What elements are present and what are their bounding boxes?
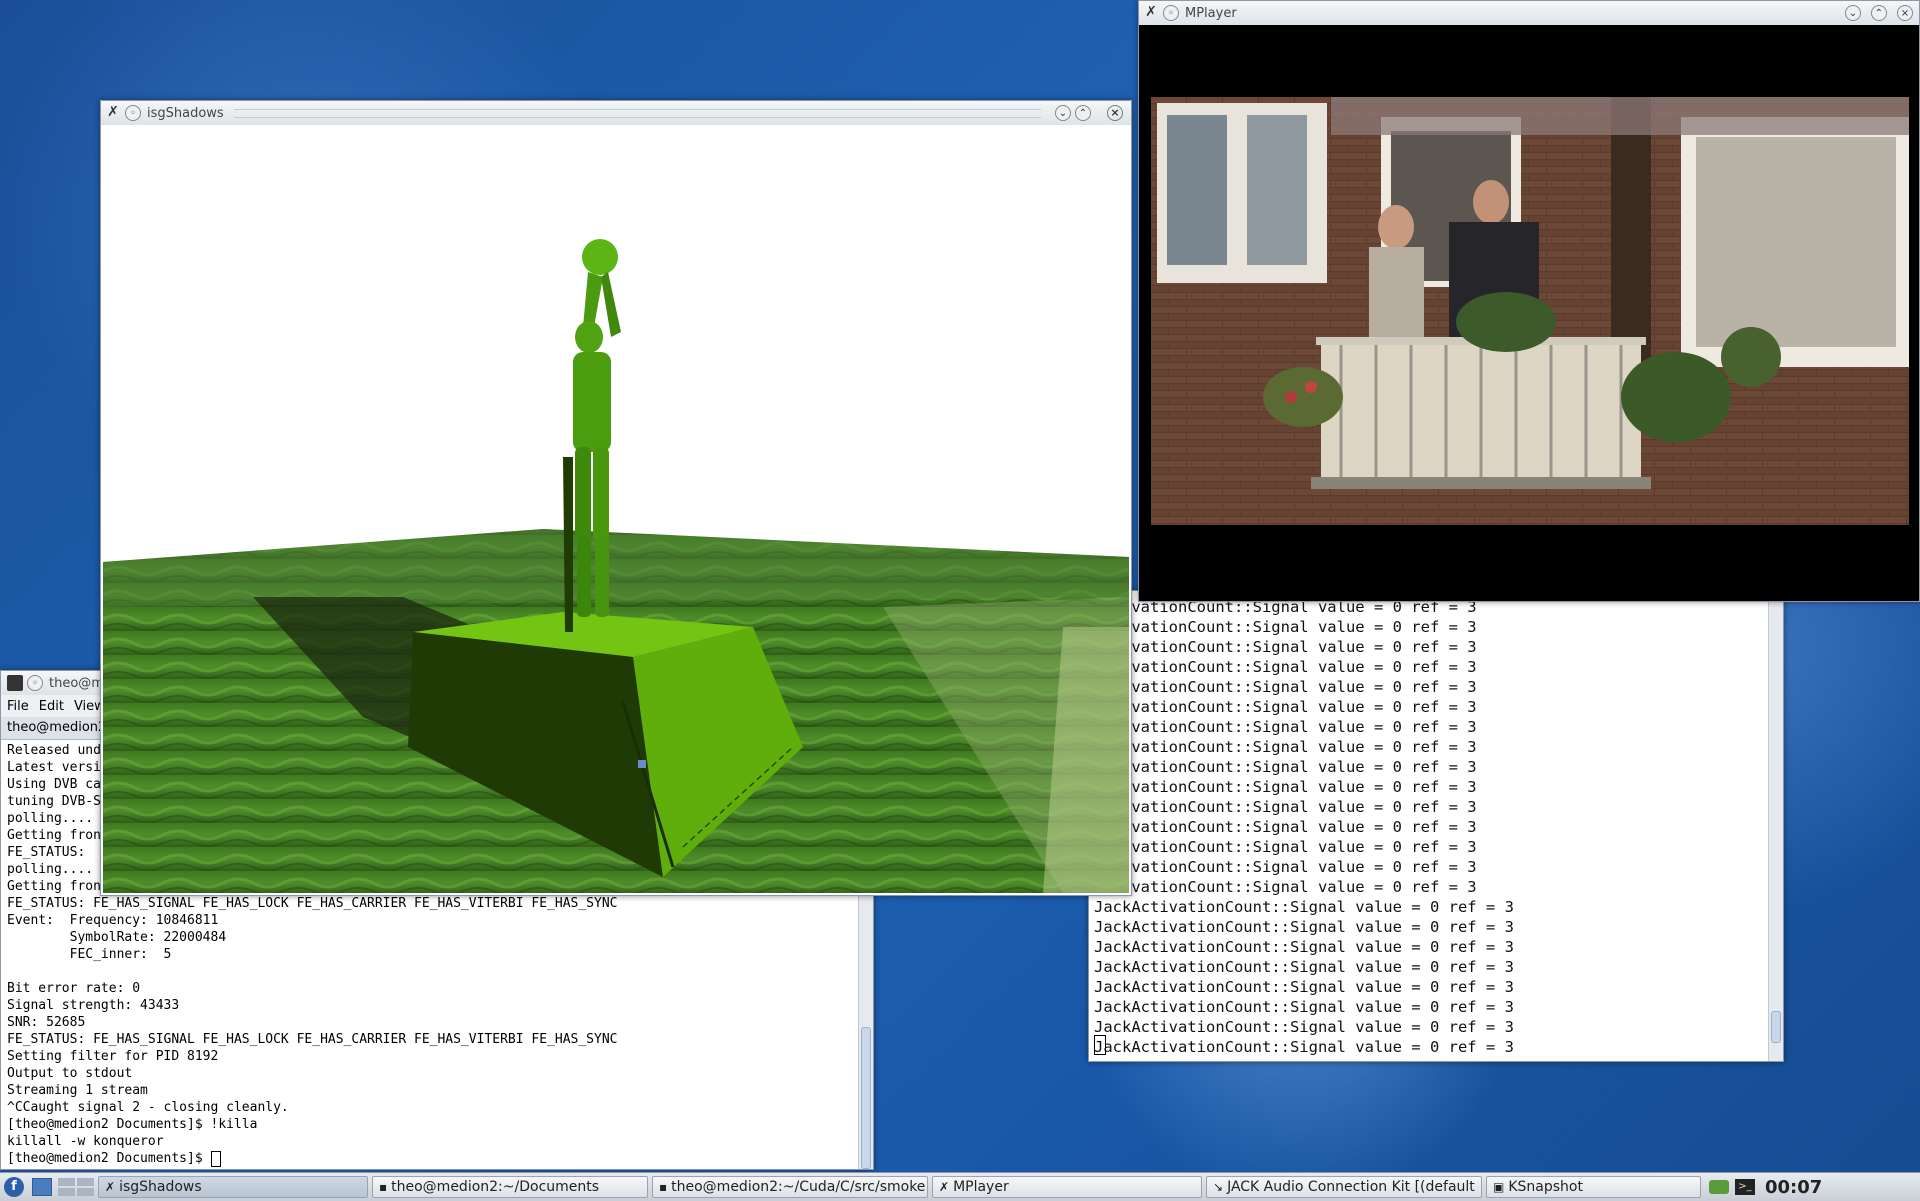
tray-terminal-icon[interactable]: >_ [1735, 1179, 1755, 1195]
3d-scene[interactable] [103, 127, 1129, 893]
pager-widget[interactable] [58, 1178, 94, 1196]
terminal-left-title: theo@m [49, 675, 104, 691]
terminal-icon: ▪ [659, 1180, 668, 1194]
terminal-line: FE_STATUS: FE_HAS_SIGNAL FE_HAS_LOCK FE_… [7, 1032, 618, 1047]
terminal-line: ActivationCount::Signal value = 0 ref = … [1094, 858, 1477, 876]
terminal-line: Signal strength: 43433 [7, 998, 180, 1013]
sticky-icon[interactable]: ◦ [1163, 5, 1179, 21]
terminal-line: ActivationCount::Signal value = 0 ref = … [1094, 818, 1477, 836]
task-terminal-documents[interactable]: ▪ theo@medion2:~/Documents [372, 1176, 648, 1198]
terminal-line: JackActivationCount::Signal value = 0 re… [1094, 1038, 1514, 1056]
isgshadows-titlebar[interactable]: ✗ ◦ isgShadows ⌄ ⌃ × [101, 101, 1131, 125]
isgshadows-title: isgShadows [147, 105, 224, 121]
terminal-window-right[interactable]: ActivationCount::Signal value = 0 ref = … [1088, 590, 1784, 1062]
desktop-icon[interactable] [32, 1178, 52, 1196]
terminal-icon: ▪ [379, 1180, 388, 1194]
terminal-line: ActivationCount::Signal value = 0 ref = … [1094, 638, 1477, 656]
terminal-line: ActivationCount::Signal value = 0 ref = … [1094, 698, 1477, 716]
terminal-line: Setting filter for PID 8192 [7, 1049, 219, 1064]
3d-viewport[interactable] [103, 127, 1129, 893]
minimize-icon[interactable]: ⌄ [1845, 5, 1861, 21]
clock[interactable]: 00:07 [1765, 1177, 1822, 1198]
terminal-line: [theo@medion2 Documents]$ [7, 1150, 873, 1167]
terminal-line: JackActivationCount::Signal value = 0 re… [1094, 918, 1514, 936]
terminal-line: SNR: 52685 [7, 1015, 86, 1030]
task-label: isgShadows [119, 1179, 202, 1195]
app-icon: ✗ [939, 1180, 950, 1194]
fedora-menu-icon[interactable]: f [4, 1177, 24, 1197]
terminal-right-scrollbar[interactable] [1768, 591, 1783, 1061]
jack-icon: ↘ [1213, 1180, 1224, 1194]
mplayer-window[interactable]: ✗ ◦ MPlayer ⌄ ⌃ × [1138, 0, 1920, 602]
maximize-icon[interactable]: ⌃ [1871, 5, 1887, 21]
terminal-right-output[interactable]: ActivationCount::Signal value = 0 ref = … [1094, 597, 1514, 1057]
menu-edit[interactable]: Edit [39, 699, 64, 714]
terminal-line: JackActivationCount::Signal value = 0 re… [1094, 998, 1514, 1016]
task-label: KSnapshot [1508, 1179, 1583, 1195]
scrollbar-thumb[interactable] [1771, 1011, 1781, 1043]
task-mplayer[interactable]: ✗ MPlayer [932, 1176, 1202, 1198]
scrollbar-thumb[interactable] [861, 1027, 871, 1169]
task-label: theo@medion2:~/Documents [391, 1179, 600, 1195]
task-jack[interactable]: ↘ JACK Audio Connection Kit [(default [1206, 1176, 1482, 1198]
sticky-icon[interactable]: ◦ [27, 675, 43, 691]
app-menu-icon[interactable]: ✗ [1143, 5, 1159, 21]
terminal-line: Event: Frequency: 10846811 [7, 913, 219, 928]
taskbar: f ✗ isgShadows ▪ theo@medion2:~/Documents … [0, 1172, 1920, 1201]
cursor-block [1094, 1035, 1106, 1055]
mplayer-titlebar[interactable]: ✗ ◦ MPlayer ⌄ ⌃ × [1139, 1, 1919, 25]
menu-file[interactable]: File [7, 699, 29, 714]
terminal-line: JackActivationCount::Signal value = 0 re… [1094, 898, 1514, 916]
terminal-icon[interactable] [7, 675, 23, 691]
terminal-line: ^CCaught signal 2 - closing cleanly. [7, 1100, 289, 1115]
terminal-line: ActivationCount::Signal value = 0 ref = … [1094, 678, 1477, 696]
ksnapshot-icon: ▣ [1493, 1180, 1505, 1194]
titlebar-grip [233, 108, 1041, 118]
terminal-line: ActivationCount::Signal value = 0 ref = … [1094, 778, 1477, 796]
terminal-line: Bit error rate: 0 [7, 981, 141, 996]
task-ksnapshot[interactable]: ▣ KSnapshot [1486, 1176, 1701, 1198]
terminal-line: Output to stdout [7, 1066, 133, 1081]
maximize-icon[interactable]: ⌃ [1075, 105, 1091, 121]
terminal-line: ActivationCount::Signal value = 0 ref = … [1094, 798, 1477, 816]
isgshadows-window[interactable]: ✗ ◦ isgShadows ⌄ ⌃ × [100, 100, 1132, 896]
minimize-icon[interactable]: ⌄ [1055, 105, 1071, 121]
terminal-line: JackActivationCount::Signal value = 0 re… [1094, 978, 1514, 996]
task-isgshadows[interactable]: ✗ isgShadows [98, 1176, 368, 1198]
cursor-block [210, 1150, 221, 1167]
app-menu-icon[interactable]: ✗ [105, 105, 121, 121]
task-label: theo@medion2:~/Cuda/C/src/smoke [671, 1179, 926, 1195]
task-terminal-cuda[interactable]: ▪ theo@medion2:~/Cuda/C/src/smoke [652, 1176, 928, 1198]
sticky-icon[interactable]: ◦ [125, 105, 141, 121]
tray-icon[interactable] [1709, 1180, 1729, 1194]
terminal-line: [theo@medion2 Documents]$ !killa [7, 1117, 258, 1132]
task-label: MPlayer [953, 1179, 1009, 1195]
terminal-line: ActivationCount::Signal value = 0 ref = … [1094, 618, 1477, 636]
terminal-line: JackActivationCount::Signal value = 0 re… [1094, 938, 1514, 956]
task-label: JACK Audio Connection Kit [(default [1227, 1179, 1475, 1195]
video-frame[interactable] [1139, 25, 1919, 601]
terminal-line: ActivationCount::Signal value = 0 ref = … [1094, 738, 1477, 756]
terminal-line: ActivationCount::Signal value = 0 ref = … [1094, 658, 1477, 676]
mplayer-title: MPlayer [1185, 5, 1237, 21]
terminal-line: ActivationCount::Signal value = 0 ref = … [1094, 718, 1477, 736]
terminal-line: ActivationCount::Signal value = 0 ref = … [1094, 878, 1477, 896]
terminal-line: JackActivationCount::Signal value = 0 re… [1094, 1018, 1514, 1036]
terminal-line: killall -w konqueror [7, 1134, 164, 1149]
terminal-line: FE_STATUS: FE_HAS_SIGNAL FE_HAS_LOCK FE_… [7, 896, 618, 911]
terminal-line: ActivationCount::Signal value = 0 ref = … [1094, 758, 1477, 776]
terminal-line: ActivationCount::Signal value = 0 ref = … [1094, 838, 1477, 856]
app-icon: ✗ [105, 1180, 116, 1194]
terminal-line: SymbolRate: 22000484 [7, 930, 227, 945]
close-icon[interactable]: × [1107, 105, 1123, 121]
terminal-line: FEC_inner: 5 [7, 947, 172, 962]
close-icon[interactable]: × [1897, 5, 1913, 21]
terminal-line: Streaming 1 stream [7, 1083, 148, 1098]
terminal-line: JackActivationCount::Signal value = 0 re… [1094, 958, 1514, 976]
